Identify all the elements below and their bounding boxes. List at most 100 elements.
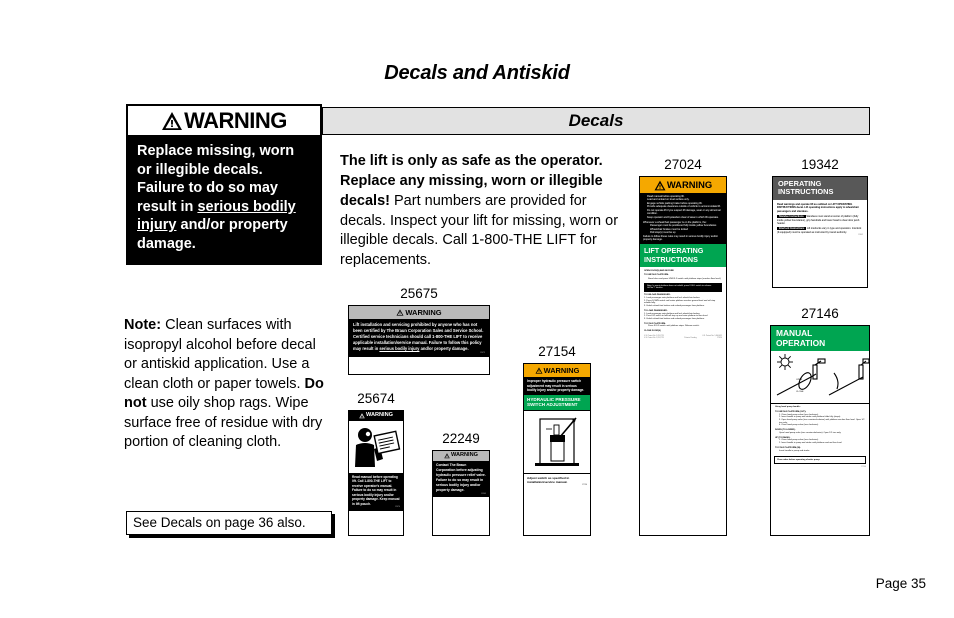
note-text-2: use oily shop rags. Wipe surface free of… (124, 395, 323, 451)
part-number-27146: 27146 (801, 306, 839, 321)
decal-27146-intro: Using hand pump handle: (775, 406, 801, 409)
decal-27146-body: Using hand pump handle: TO UNFOLD PLATFO… (771, 404, 869, 455)
decal-27146-code: 27146 (861, 465, 866, 468)
warning-line-4: result in serious bodily (137, 198, 296, 215)
decal-25674-body-text: Read manual before operating lift. Call … (352, 475, 400, 506)
decal-25674-artwork (349, 421, 403, 473)
part-number-19342: 19342 (801, 157, 839, 172)
instruction-para: Stand clear and press UNFOLD switch unti… (648, 278, 722, 281)
part-number-27024: 27024 (664, 157, 702, 172)
decals-section-title: Decals (568, 111, 624, 130)
decal-27024-bullets: Read manual before operating lift. Load … (643, 195, 723, 219)
main-warning-decal: WARNING Replace missing, worn or illegib… (126, 104, 322, 266)
instruction-head: CLOSE DOOR(S) (644, 330, 661, 333)
decal-25675-header: WARNING (349, 306, 489, 319)
decal-25675-header-text: WARNING (405, 307, 442, 317)
part-number-27154: 27154 (538, 344, 576, 359)
patent-2: U.S. Patent No. 5,224,723 (644, 336, 664, 339)
decal-27146-header-line-2: OPERATION (776, 337, 826, 348)
instruction-para: Press FOLD switch until platform stops. … (648, 325, 700, 328)
decal-27024-instructions: OPEN DOOR(S) AND SECURE TO UNFOLD PLATFO… (640, 266, 726, 343)
decal-27154-header-text: WARNING (543, 365, 580, 375)
decal-27154-header: WARNING (524, 364, 590, 377)
decal-19342-header-line-2: INSTRUCTIONS (778, 187, 834, 197)
decal-27154-artwork (524, 409, 590, 474)
art-label-open: OPEN (796, 379, 803, 381)
part-number-25674: 25674 (357, 391, 395, 406)
decal-27146-header: MANUAL OPERATION (771, 326, 869, 352)
decal-19342-code: 19342 (858, 234, 863, 237)
list-item: Keep operator and bystanders clear of ar… (647, 215, 719, 219)
section-item: Insert handle in pump and stroke. (779, 449, 810, 452)
decal-22249: WARNING Contact The Braun Corporation be… (432, 450, 490, 536)
warning-line-3: Failure to do so may (137, 180, 278, 197)
instruction-head: TO UNFOLD PLATFORM: (644, 274, 669, 277)
decal-19342-standee: Standee Instructions Standees must stand… (777, 215, 863, 225)
decal-25675-body: Lift installation and servicing prohibit… (349, 319, 489, 357)
decal-27154-footer-text: Adjust switch as specified in installati… (527, 475, 570, 484)
section-item: 4. Close hand pump valve (turn clockwise… (779, 424, 819, 427)
decal-19342-body: Read warnings and operate lift as outlin… (773, 199, 867, 240)
decal-22249-body: Contact The Braun Corporation before adj… (433, 461, 489, 497)
decal-19342-header: OPERATING INSTRUCTIONS (773, 177, 867, 200)
decal-27154-green-title: HYDRAULIC PRESSURE SWITCH ADJUSTMENT (524, 394, 590, 410)
decal-25674-header-text: WARNING (365, 412, 394, 419)
decal-27024-header: WARNING (640, 177, 726, 193)
warning-line-2: or illegible decals. (137, 161, 263, 178)
page-number: Page 35 (875, 576, 926, 591)
note-block: Note: Clean surfaces with isopropyl alco… (124, 316, 324, 453)
art-label-close: CLOSE (796, 391, 804, 393)
decal-19342-intro: Read warnings and operate lift as outlin… (777, 202, 859, 213)
list-item: Do not operate lift if you suspect lift … (647, 208, 721, 216)
warning-triangle-icon (161, 111, 183, 131)
patent-4: Patents Pending (684, 336, 697, 339)
decal-25674-code: 25674 (395, 506, 400, 509)
decal-27024-sub-close: Failure to follow these rules may result… (643, 234, 718, 242)
see-decals-callout: See Decals on page 36 also. (126, 511, 332, 535)
decal-27024-green-title: LIFT OPERATING INSTRUCTIONS (640, 244, 726, 267)
warning-line-5: injury and/or property (137, 217, 288, 234)
warning-line-6: damage. (137, 235, 196, 252)
instruction-num: 3. Unlock wheelchair brakes and unload p… (644, 305, 705, 308)
decal-22249-body-text: Contact The Braun Corporation before adj… (436, 463, 486, 492)
instruction-note: Note: In event platform does not unfold,… (644, 282, 722, 293)
instruction-head: OPEN DOOR(S) AND SECURE (644, 269, 674, 272)
decal-25675-code: 25675 (480, 351, 485, 354)
section-item: Open hand pump valve (turn counterclockw… (779, 431, 842, 434)
decal-22249-header-text: WARNING (450, 452, 479, 459)
instruction-num: 3. Unlock wheelchair brakes and unload p… (644, 317, 705, 320)
decal-27024-sub-bullets: Passenger must be positioned fully insid… (643, 224, 723, 234)
decal-25674-body: Read manual before operating lift. Call … (349, 473, 403, 511)
decal-27154-body: Improper hydraulic pressure switch adjus… (524, 377, 590, 395)
part-number-25675: 25675 (400, 286, 438, 301)
decal-27154: WARNING Improper hydraulic pressure swit… (523, 363, 591, 536)
decal-27154-footer: Adjust switch as specified in installati… (524, 473, 590, 489)
decal-25674-header: WARNING (349, 411, 403, 421)
section-item: 2. Insert handle in pump and stroke unti… (779, 442, 843, 445)
decal-27024-code: 27024 (717, 336, 722, 339)
decal-25675: WARNING Lift installation and servicing … (348, 305, 490, 375)
decal-19342: OPERATING INSTRUCTIONS Read warnings and… (772, 176, 868, 288)
decal-25675-body-end: and/or property damage. (419, 345, 469, 351)
page-title: Decals and Antiskid (384, 62, 570, 84)
decals-intro-paragraph: The lift is only as safe as the operator… (340, 152, 622, 271)
decal-22249-header: WARNING (433, 451, 489, 461)
decal-27024-warning-body: Read manual before operating lift. Load … (640, 193, 726, 245)
warning-header-text: WARNING (184, 108, 287, 133)
part-number-22249: 22249 (442, 431, 480, 446)
warning-body: Replace missing, worn or illegible decal… (128, 135, 320, 264)
decal-22249-code: 22249 (481, 492, 486, 495)
decal-27146: MANUAL OPERATION OPEN CLOSE Using hand p… (770, 325, 870, 536)
decal-25675-body-underline: serious bodily injury (379, 345, 420, 351)
decal-25674: WARNING Read manual before operating lif… (348, 410, 404, 536)
note-label: Note: (124, 317, 162, 333)
decal-27024-header-text: WARNING (666, 179, 713, 191)
decals-section-bar: Decals (322, 107, 870, 135)
decal-27146-boxed-note: Close valve before operating electric pu… (774, 456, 866, 464)
decal-19342-interlock: Interlock Instructions Lift interlocks v… (777, 227, 863, 234)
warning-header: WARNING (128, 106, 320, 135)
decal-27154-code: 27154 (582, 483, 587, 486)
decal-27146-artwork: OPEN CLOSE (771, 351, 869, 405)
decal-27024: WARNING Read manual before operating lif… (639, 176, 727, 536)
warning-line-1: Replace missing, worn (137, 143, 295, 159)
